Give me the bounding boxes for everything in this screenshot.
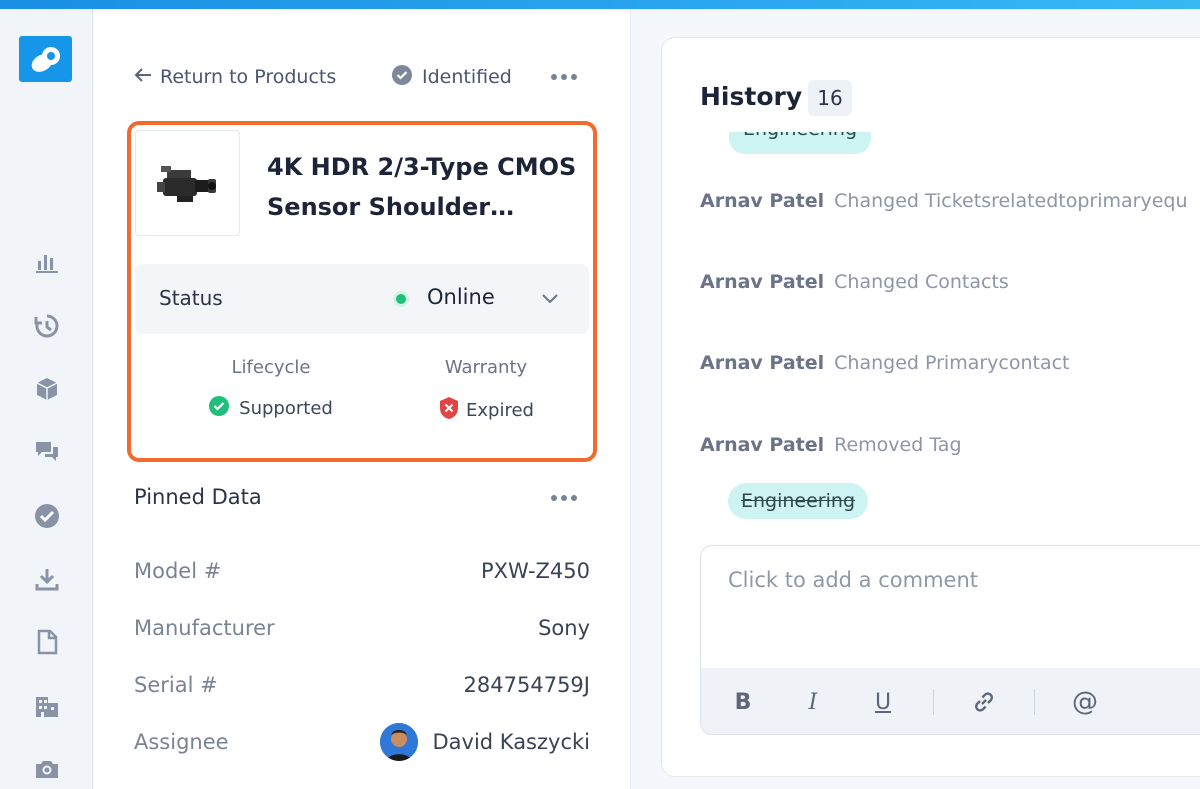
cube-icon[interactable] <box>32 374 62 404</box>
comment-input[interactable]: Click to add a comment <box>728 568 978 592</box>
tag-chip-partial: Engineering <box>729 132 871 154</box>
history-action: Removed Tag <box>834 434 962 456</box>
pinned-more-options-button[interactable] <box>546 486 582 510</box>
check-circle-icon <box>392 64 412 90</box>
pinned-key: Serial # <box>134 673 218 697</box>
history-entry: Arnav Patel Changed Primarycontact <box>700 352 1070 374</box>
comment-toolbar: B I U @ <box>701 668 1200 734</box>
identified-status: Identified <box>392 64 512 90</box>
camera-thumbnail-icon <box>156 166 216 202</box>
pinned-row-model: Model # PXW-Z450 <box>134 556 590 586</box>
status-selector[interactable]: Status Online <box>135 264 589 334</box>
history-entry: Arnav Patel Changed Ticketsrelatedtoprima… <box>700 190 1188 212</box>
mention-button[interactable]: @ <box>1065 682 1105 722</box>
history-action: Changed Contacts <box>834 271 1009 293</box>
toolbar-divider <box>933 689 934 715</box>
tag-chip-partial-label: Engineering <box>743 132 857 140</box>
chevron-down-icon[interactable] <box>539 288 561 310</box>
pinned-value: Sony <box>538 616 590 640</box>
history-action: Changed Primarycontact <box>834 352 1070 374</box>
underline-button[interactable]: U <box>863 682 903 722</box>
top-accent-strip <box>0 0 1200 9</box>
icon-rail <box>0 9 93 789</box>
chat-icon[interactable] <box>32 437 62 467</box>
warranty-label: Warranty <box>444 357 528 378</box>
removed-tag-chip: Engineering <box>728 483 868 519</box>
check-circle-icon <box>209 396 230 421</box>
pinned-value: 284754759J <box>463 673 590 697</box>
history-icon[interactable] <box>32 311 62 341</box>
history-user: Arnav Patel <box>700 190 825 212</box>
status-label: Status <box>159 286 223 310</box>
logo-icon <box>31 47 60 72</box>
history-user: Arnav Patel <box>700 352 825 374</box>
lifecycle-value: Supported <box>181 396 361 421</box>
back-link-label: Return to Products <box>160 66 337 88</box>
warranty-value-text: Expired <box>466 400 534 421</box>
app-logo[interactable] <box>19 36 72 82</box>
product-image <box>135 130 240 236</box>
history-count-badge: 16 <box>808 80 852 116</box>
arrow-left-icon <box>134 66 152 88</box>
history-title: History <box>700 82 803 111</box>
warranty-value: Expired <box>421 396 551 425</box>
pinned-row-serial: Serial # 284754759J <box>134 670 590 700</box>
identified-label: Identified <box>422 66 512 88</box>
chart-icon[interactable] <box>32 247 62 277</box>
history-action: Changed Ticketsrelatedtoprimaryequ <box>834 190 1188 212</box>
history-user: Arnav Patel <box>700 271 825 293</box>
history-panel: History 16 Engineering Arnav Patel Change… <box>661 37 1200 777</box>
asset-detail-panel: Return to Products Identified 4K HDR 2/3… <box>94 9 631 789</box>
camera-icon[interactable] <box>32 754 62 784</box>
toolbar-divider <box>1034 689 1035 715</box>
pinned-value: PXW-Z450 <box>480 559 590 583</box>
download-icon[interactable] <box>32 564 62 594</box>
history-entry: Arnav Patel Changed Contacts <box>700 271 1009 293</box>
history-user: Arnav Patel <box>700 434 825 456</box>
pinned-row-manufacturer: Manufacturer Sony <box>134 613 590 643</box>
pinned-key: Manufacturer <box>134 616 275 640</box>
shield-x-icon <box>438 396 460 425</box>
lifecycle-label: Lifecycle <box>231 357 311 378</box>
check-circle-icon[interactable] <box>32 501 62 531</box>
italic-button[interactable]: I <box>793 682 833 722</box>
pinned-key: Assignee <box>134 730 229 754</box>
pinned-row-assignee: Assignee David Kaszycki <box>134 723 590 761</box>
avatar <box>380 723 419 761</box>
history-entry: Arnav Patel Removed Tag <box>700 434 962 456</box>
building-icon[interactable] <box>32 691 62 721</box>
comment-editor[interactable]: Click to add a comment B I U @ <box>700 545 1200 735</box>
lifecycle-value-text: Supported <box>239 398 333 419</box>
more-options-button[interactable] <box>546 65 582 89</box>
link-icon[interactable] <box>964 682 1004 722</box>
return-to-products-link[interactable]: Return to Products <box>134 65 336 89</box>
warranty-block: Warranty Expired <box>421 357 551 425</box>
pinned-key: Model # <box>134 559 222 583</box>
assignee-name: David Kaszycki <box>432 730 590 754</box>
product-title: 4K HDR 2/3-Type CMOS Sensor Shoulder… <box>267 153 577 221</box>
document-icon[interactable] <box>32 627 62 657</box>
pinned-data-title: Pinned Data <box>134 485 262 509</box>
bold-button[interactable]: B <box>723 682 763 722</box>
lifecycle-block: Lifecycle Supported <box>181 357 361 421</box>
product-summary-card: 4K HDR 2/3-Type CMOS Sensor Shoulder… St… <box>127 121 597 462</box>
online-indicator <box>393 291 409 307</box>
assignee-value[interactable]: David Kaszycki <box>380 723 590 761</box>
status-value: Online <box>427 285 495 309</box>
